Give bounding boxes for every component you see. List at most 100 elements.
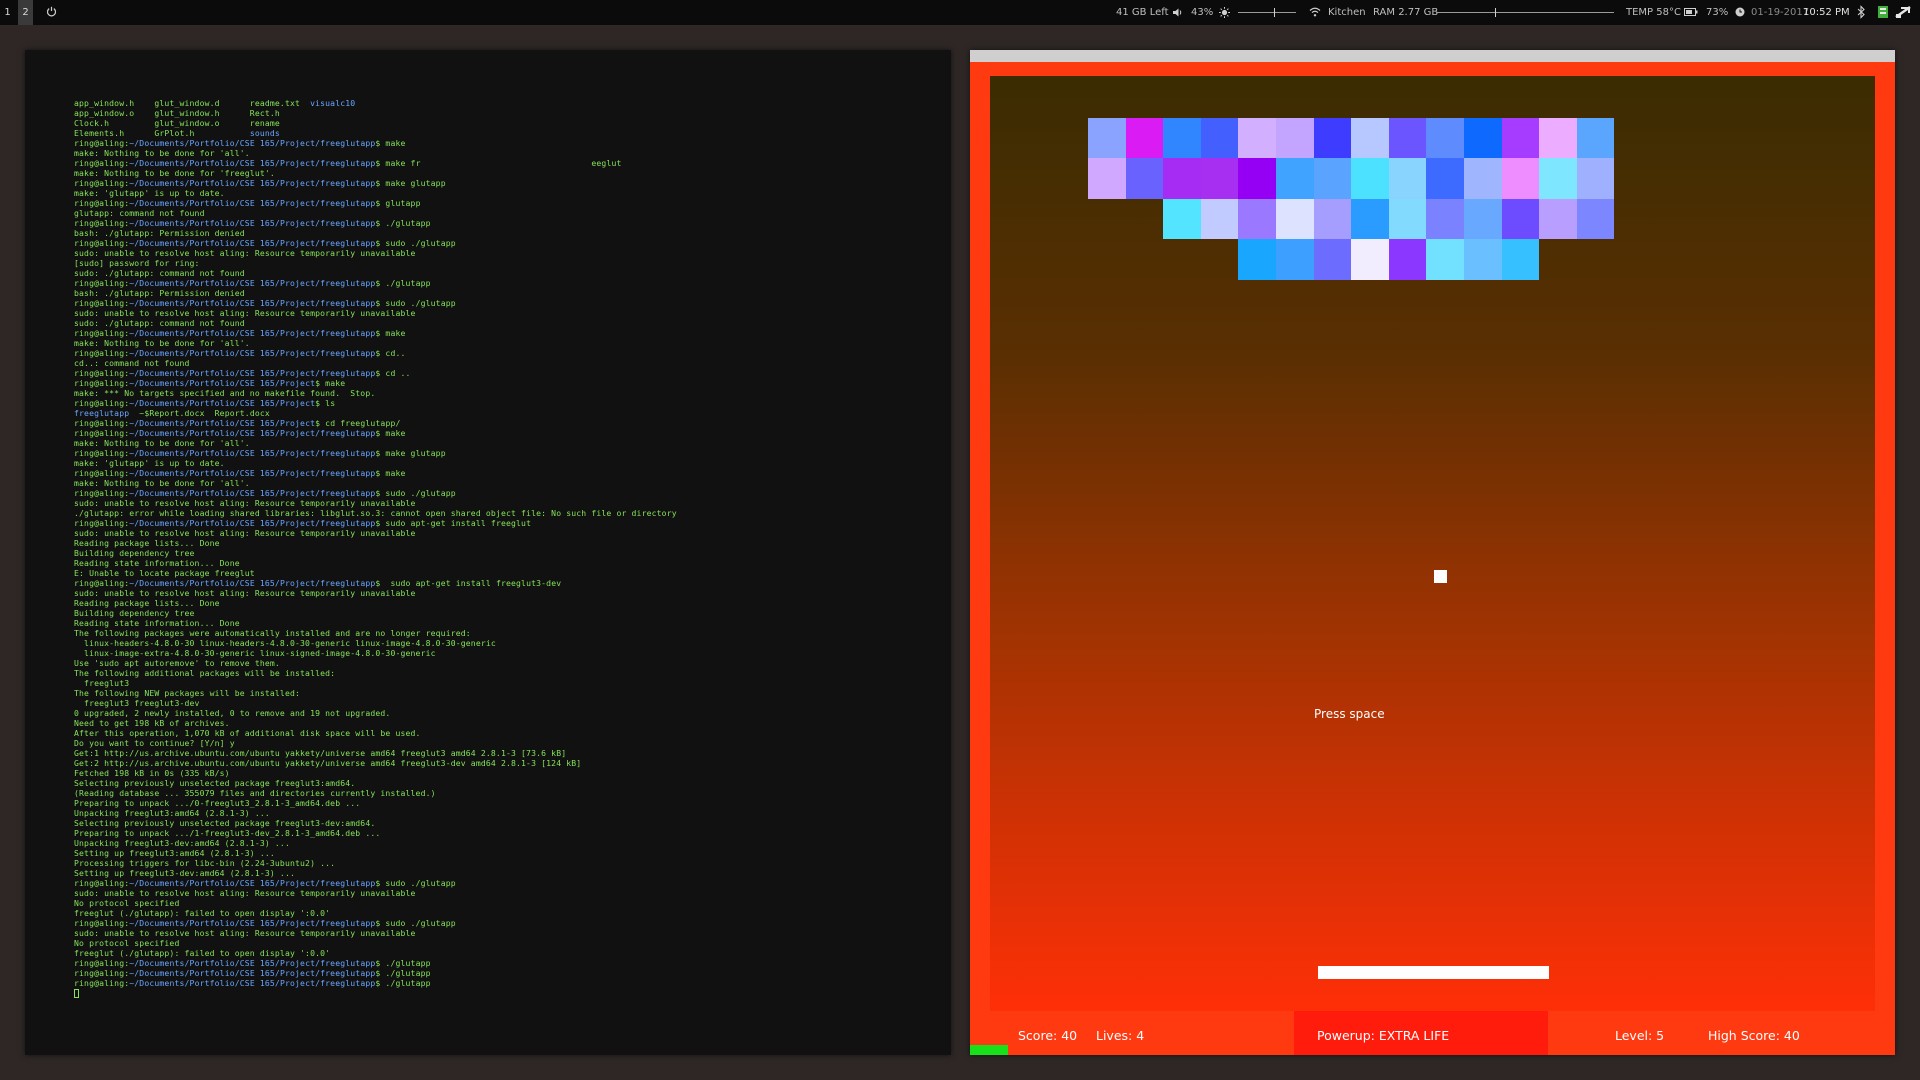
terminal-line: The following packages were automaticall… (74, 628, 934, 638)
terminal-text: $ make glutapp (375, 448, 446, 458)
terminal-text: sudo: unable to resolve host aling: Reso… (74, 928, 416, 938)
terminal-window[interactable]: app_window.h glut_window.d readme.txt vi… (25, 50, 951, 1055)
prompt-user: ring@aling: (74, 418, 130, 428)
terminal-line: Get:2 http://us.archive.ubuntu.com/ubunt… (74, 758, 934, 768)
game-canvas[interactable]: Press space Score: 40 Lives: 4 Powerup: … (970, 62, 1895, 1055)
terminal-line: Reading state information... Done (74, 558, 934, 568)
terminal-line: Unpacking freeglut3:amd64 (2.8.1-3) ... (74, 808, 934, 818)
prompt-path: ~/Documents/Portfolio/CSE 165/Project/fr… (129, 298, 376, 308)
brick (1314, 158, 1351, 199)
prompt-user: ring@aling: (74, 238, 130, 248)
prompt-path: ~/Documents/Portfolio/CSE 165/Project (129, 398, 316, 408)
playfield: Press space (990, 76, 1875, 1011)
terminal-line (74, 988, 934, 998)
terminal-dir-name: visualc10 (310, 98, 356, 108)
terminal-line: sudo: unable to resolve host aling: Reso… (74, 528, 934, 538)
brick (1464, 239, 1502, 280)
terminal-text: Setting up freeglut3:amd64 (2.8.1-3) ... (74, 848, 275, 858)
terminal-line: ring@aling:~/Documents/Portfolio/CSE 165… (74, 298, 934, 308)
terminal-line: make: *** No targets specified and no ma… (74, 388, 934, 398)
terminal-text: Reading state information... Done (74, 618, 240, 628)
app-tray-icon[interactable] (1877, 5, 1889, 22)
terminal-line: No protocol specified (74, 898, 934, 908)
workspace-2-button[interactable]: 2 (18, 0, 33, 25)
terminal-text: ./glutapp: error while loading shared li… (74, 508, 677, 518)
terminal-text: freeglut3 (74, 678, 130, 688)
brick (1426, 199, 1464, 239)
terminal-text: linux-image-extra-4.8.0-30-generic linux… (74, 648, 436, 658)
ram-label: RAM 2.77 GB (1373, 7, 1439, 18)
terminal-line: ./glutapp: error while loading shared li… (74, 508, 934, 518)
terminal-text: Use 'sudo apt autoremove' to remove them… (74, 658, 280, 668)
terminal-line: Elements.h GrPlot.h sounds (74, 128, 934, 138)
terminal-text: freeglut (./glutapp): failed to open dis… (74, 948, 331, 958)
bluetooth-icon[interactable] (1857, 5, 1866, 22)
breakout-game-window[interactable]: Press space Score: 40 Lives: 4 Powerup: … (970, 50, 1895, 1055)
terminal-line: ring@aling:~/Documents/Portfolio/CSE 165… (74, 488, 934, 498)
brightness-slider-knob[interactable] (1273, 8, 1275, 17)
brick (1276, 118, 1314, 158)
temperature-label: TEMP 58°C (1626, 7, 1681, 18)
powerup-label: Powerup: EXTRA LIFE (1317, 1028, 1450, 1043)
window-titlebar[interactable] (970, 50, 1895, 62)
terminal-text: sudo: unable to resolve host aling: Reso… (74, 888, 416, 898)
ram-usage-bar (1436, 8, 1614, 17)
terminal-line: Reading package lists... Done (74, 598, 934, 608)
terminal-line: glutapp: command not found (74, 208, 934, 218)
power-icon[interactable] (46, 6, 57, 20)
workspace-1-button[interactable]: 1 (0, 0, 15, 25)
terminal-line: Building dependency tree (74, 608, 934, 618)
brick (1201, 199, 1238, 239)
brightness-slider[interactable] (1238, 8, 1296, 17)
terminal-line: Unpacking freeglut3-dev:amd64 (2.8.1-3) … (74, 838, 934, 848)
brightness-icon[interactable] (1219, 7, 1230, 21)
time-label[interactable]: 10:52 PM (1803, 0, 1850, 25)
brick (1238, 158, 1276, 199)
terminal-line: Setting up freeglut3-dev:amd64 (2.8.1-3)… (74, 868, 934, 878)
terminal-text: Preparing to unpack .../0-freeglut3_2.8.… (74, 798, 361, 808)
terminal-line: sudo: unable to resolve host aling: Reso… (74, 498, 934, 508)
brick (1464, 158, 1502, 199)
battery-icon[interactable] (1684, 8, 1698, 19)
terminal-text: $ sudo ./glutapp (375, 238, 456, 248)
terminal-text: freeglut3 freeglut3-dev (74, 698, 200, 708)
brick (1238, 199, 1276, 239)
prompt-user: ring@aling: (74, 328, 130, 338)
terminal-text: $ make (375, 328, 406, 338)
wifi-icon[interactable] (1309, 7, 1321, 20)
prompt-user: ring@aling: (74, 378, 130, 388)
ball (1434, 570, 1447, 583)
terminal-line: Setting up freeglut3:amd64 (2.8.1-3) ... (74, 848, 934, 858)
terminal-text: $ ./glutapp (375, 278, 431, 288)
brick (1314, 199, 1351, 239)
terminal-line: The following NEW packages will be insta… (74, 688, 934, 698)
terminal-text: Unpacking freeglut3:amd64 (2.8.1-3) ... (74, 808, 270, 818)
brick (1126, 158, 1163, 199)
terminal-line: sudo: unable to resolve host aling: Reso… (74, 888, 934, 898)
prompt-user: ring@aling: (74, 518, 130, 528)
terminal-text: cd..: command not found (74, 358, 190, 368)
brick (1502, 239, 1539, 280)
brick (1314, 239, 1351, 280)
terminal-text: No protocol specified (74, 898, 180, 908)
terminal-text: Elements.h GrPlot.h (74, 128, 250, 138)
terminal-line: Do you want to continue? [Y/n] y (74, 738, 934, 748)
prompt-path: ~/Documents/Portfolio/CSE 165/Project/fr… (129, 578, 376, 588)
terminal-line: Need to get 198 kB of archives. (74, 718, 934, 728)
network-tray-icon[interactable] (1895, 5, 1911, 22)
terminal-text: $ sudo ./glutapp (375, 488, 456, 498)
volume-icon[interactable] (1173, 8, 1183, 20)
ram-usage-marker (1494, 8, 1496, 17)
terminal-cursor (74, 989, 79, 998)
terminal-text: The following additional packages will b… (74, 668, 336, 678)
terminal-line: make: 'glutapp' is up to date. (74, 458, 934, 468)
terminal-text: E: Unable to locate package freeglut (74, 568, 255, 578)
terminal-text: $ make (375, 138, 406, 148)
prompt-path: ~/Documents/Portfolio/CSE 165/Project/fr… (129, 348, 376, 358)
brick (1088, 118, 1126, 158)
terminal-line: ring@aling:~/Documents/Portfolio/CSE 165… (74, 348, 934, 358)
level-label: Level: 5 (1615, 1028, 1665, 1043)
terminal-text: $ make (375, 428, 406, 438)
terminal-text: Need to get 198 kB of archives. (74, 718, 230, 728)
terminal-line: No protocol specified (74, 938, 934, 948)
